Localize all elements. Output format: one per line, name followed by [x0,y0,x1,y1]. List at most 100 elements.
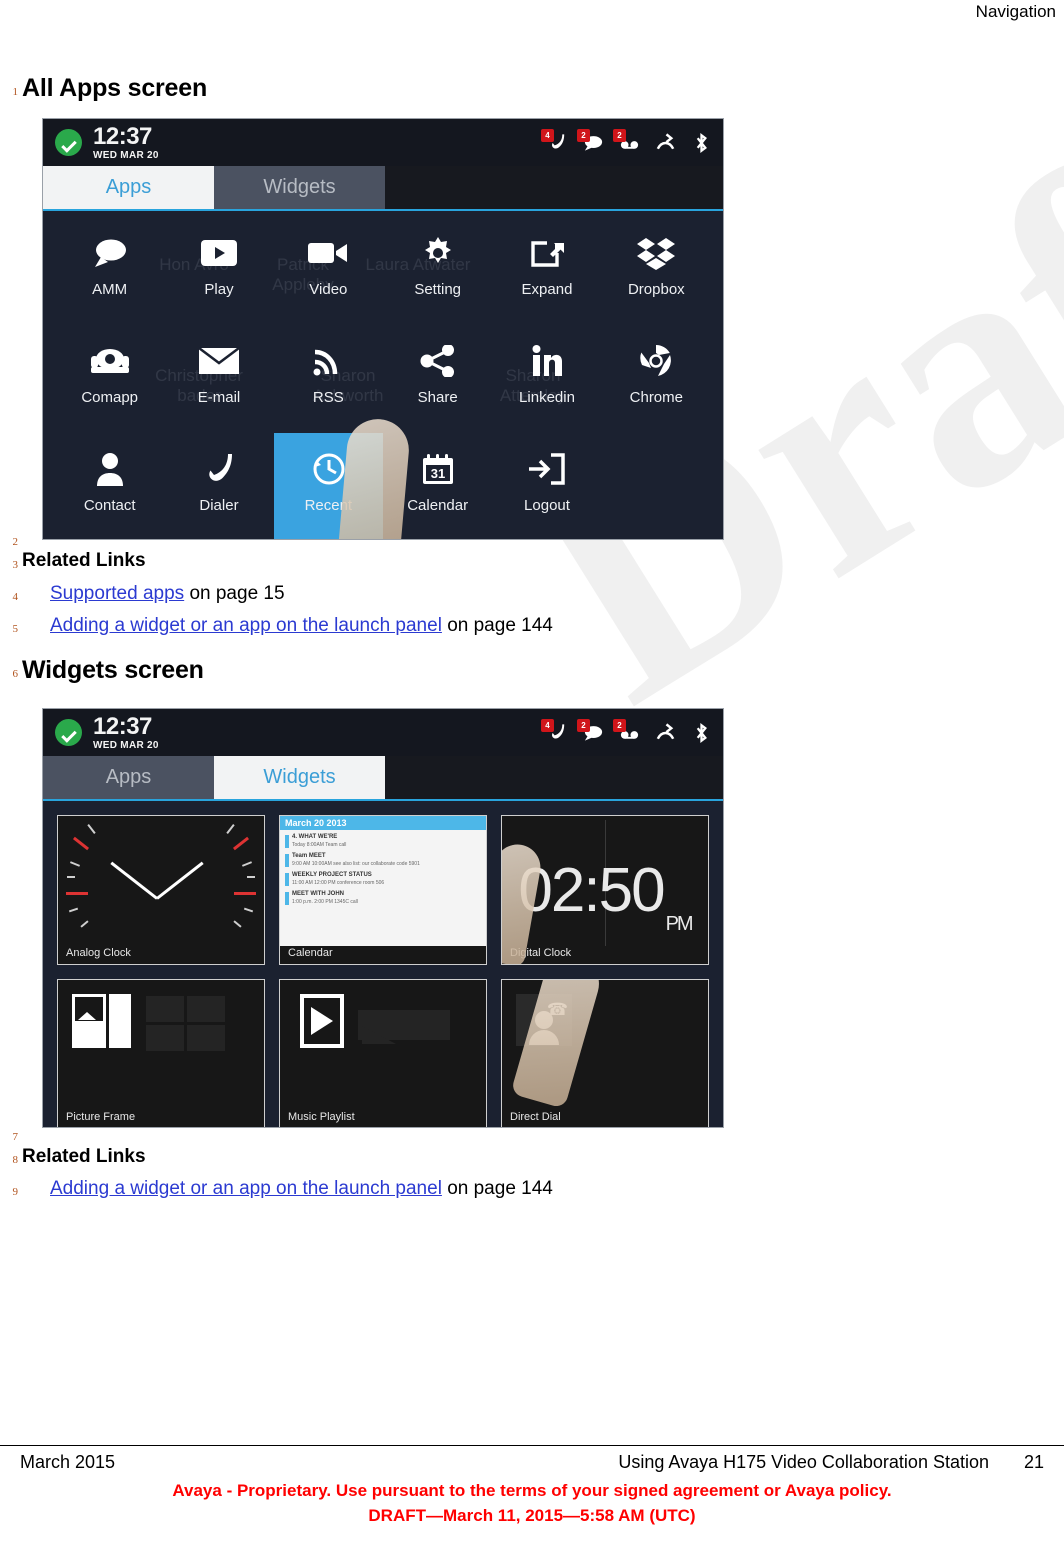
voicemail-icon[interactable]: 2 [613,128,641,156]
calendar-event: Team MEET 9:00 AM 10:00AM see also list:… [285,853,481,867]
check-circle-icon [55,129,82,156]
handset-icon [202,447,236,491]
voicemail-icon[interactable]: 2 [613,718,641,746]
app-tile-amm[interactable]: AMM [55,217,164,325]
forward-glyph [656,722,675,739]
app-tile-email[interactable]: E-mail [164,325,273,433]
app-tile-video[interactable]: Video [274,217,383,325]
widget-picture-frame[interactable]: Picture Frame [57,979,265,1127]
app-grid: Hon Avro Laura Atwater Patrick Appleby C… [43,211,723,539]
footer-proprietary-notice: Avaya - Proprietary. Use pursuant to the… [172,1481,892,1500]
share-nodes-icon [420,339,456,383]
widget-grid: Analog Clock March 20 2013 4. WHAT WE'RE… [43,801,723,1127]
call-forward-icon[interactable] [654,130,677,156]
app-tile-linkedin[interactable]: Linkedin [492,325,601,433]
line-number: 7 [12,1131,19,1143]
app-tile-rss[interactable]: RSS [274,325,383,433]
widget-label: Music Playlist [288,1111,355,1123]
app-label: Dropbox [627,281,685,298]
calendar-event: 4. WHAT WE'RE Today 8:00AM Team call [285,834,481,848]
related-links-title-1: Related Links [22,550,146,571]
bluetooth-glyph [696,132,707,153]
digital-clock-face: 02:50 PM [502,816,708,964]
widget-digital-clock[interactable]: 02:50 PM Digital Clock [501,815,709,965]
tab-apps[interactable]: Apps [43,166,214,209]
bluetooth-icon[interactable] [690,130,713,156]
line-number: 6 [12,668,19,680]
rss-icon [311,339,345,383]
app-tile-setting[interactable]: Setting [383,217,492,325]
bluetooth-icon[interactable] [690,720,713,746]
running-header: Navigation [975,2,1056,21]
link-supported-apps[interactable]: Supported apps [50,583,184,604]
app-tile-chrome[interactable]: Chrome [602,325,711,433]
tab-widgets[interactable]: Widgets [214,166,385,209]
tab-apps[interactable]: Apps [43,756,214,799]
event-detail: 9:00 AM 10:00AM see also list: our colla… [292,860,420,867]
message-icon[interactable]: 2 [577,718,605,746]
app-label: AMM [92,281,128,298]
widget-label: Digital Clock [510,947,572,959]
line-number: 4 [12,591,19,603]
page-title-all-apps: All Apps screen [22,74,208,102]
event-detail: 11:00 AM 12:00 PM conference room 506 [292,879,385,886]
app-label: Linkedin [519,389,575,406]
status-icon-tray: 4 2 2 [541,709,713,756]
forward-glyph [656,132,675,149]
app-label: Dialer [199,497,239,514]
handset-icon: ☎ [546,1000,568,1019]
play-store-icon [198,231,240,275]
event-detail: Today 8:00AM Team call [292,841,347,848]
clock-history-icon [310,447,346,491]
calendar-events: 4. WHAT WE'RE Today 8:00AM Team call Tea… [280,830,486,946]
line-number: 3 [12,559,19,571]
line-number: 5 [12,623,19,635]
expand-share-icon [529,231,565,275]
line-number: 2 [12,536,19,548]
call-forward-icon[interactable] [654,720,677,746]
app-label: Share [417,389,458,406]
app-tile-contact[interactable]: Contact [55,433,164,539]
clock-block: 12:37 WED MAR 20 [93,122,159,161]
missed-call-icon[interactable]: 4 [541,128,569,156]
video-camera-icon [306,231,350,275]
related-link-row: Adding a widget or an app on the launch … [50,1178,553,1200]
event-title: 4. WHAT WE'RE [292,834,338,840]
footer-draft-stamp: DRAFT—March 11, 2015—5:58 AM (UTC) [368,1506,696,1525]
desk-phone-icon [89,339,131,383]
widget-music-playlist[interactable]: Music Playlist [279,979,487,1127]
person-icon [96,447,124,491]
widget-label: Picture Frame [66,1111,136,1123]
link-adding-widget-2[interactable]: Adding a widget or an app on the launch … [50,1178,442,1199]
calendar-31-icon: 31 [421,447,455,491]
playlist-shape [362,1026,396,1044]
tab-widgets[interactable]: Widgets [214,756,385,799]
app-tile-play[interactable]: Play [164,217,273,325]
missed-call-icon[interactable]: 4 [541,718,569,746]
status-time: 12:37 [93,122,152,150]
app-label: Play [204,281,234,298]
app-label: E-mail [197,389,241,406]
widget-analog-clock[interactable]: Analog Clock [57,815,265,965]
line-number: 9 [12,1186,19,1198]
envelope-icon [198,339,240,383]
widget-direct-dial[interactable]: ☎ Direct Dial [501,979,709,1127]
app-tile-expand[interactable]: Expand [492,217,601,325]
app-tile-calendar[interactable]: 31 Calendar [383,433,492,539]
app-tile-dropbox[interactable]: Dropbox [602,217,711,325]
app-tile-recent[interactable]: Recent [273,433,383,539]
svg-text:31: 31 [430,466,444,481]
widget-calendar[interactable]: March 20 2013 4. WHAT WE'RE Today 8:00AM… [279,815,487,965]
message-icon[interactable]: 2 [577,128,605,156]
app-tile-share[interactable]: Share [383,325,492,433]
app-tile-comapp[interactable]: Comapp [55,325,164,433]
all-apps-screenshot: 12:37 WED MAR 20 4 2 2 Apps Widgets Hon … [42,118,724,540]
footer-date: March 2015 [20,1452,116,1472]
app-tile-logout[interactable]: Logout [492,433,601,539]
app-label: Video [309,281,348,298]
app-label: Chrome [629,389,683,406]
app-label: Logout [524,497,570,514]
link-adding-widget-1[interactable]: Adding a widget or an app on the launch … [50,615,442,636]
app-tile-dialer[interactable]: Dialer [164,433,273,539]
app-label: Comapp [81,389,139,406]
